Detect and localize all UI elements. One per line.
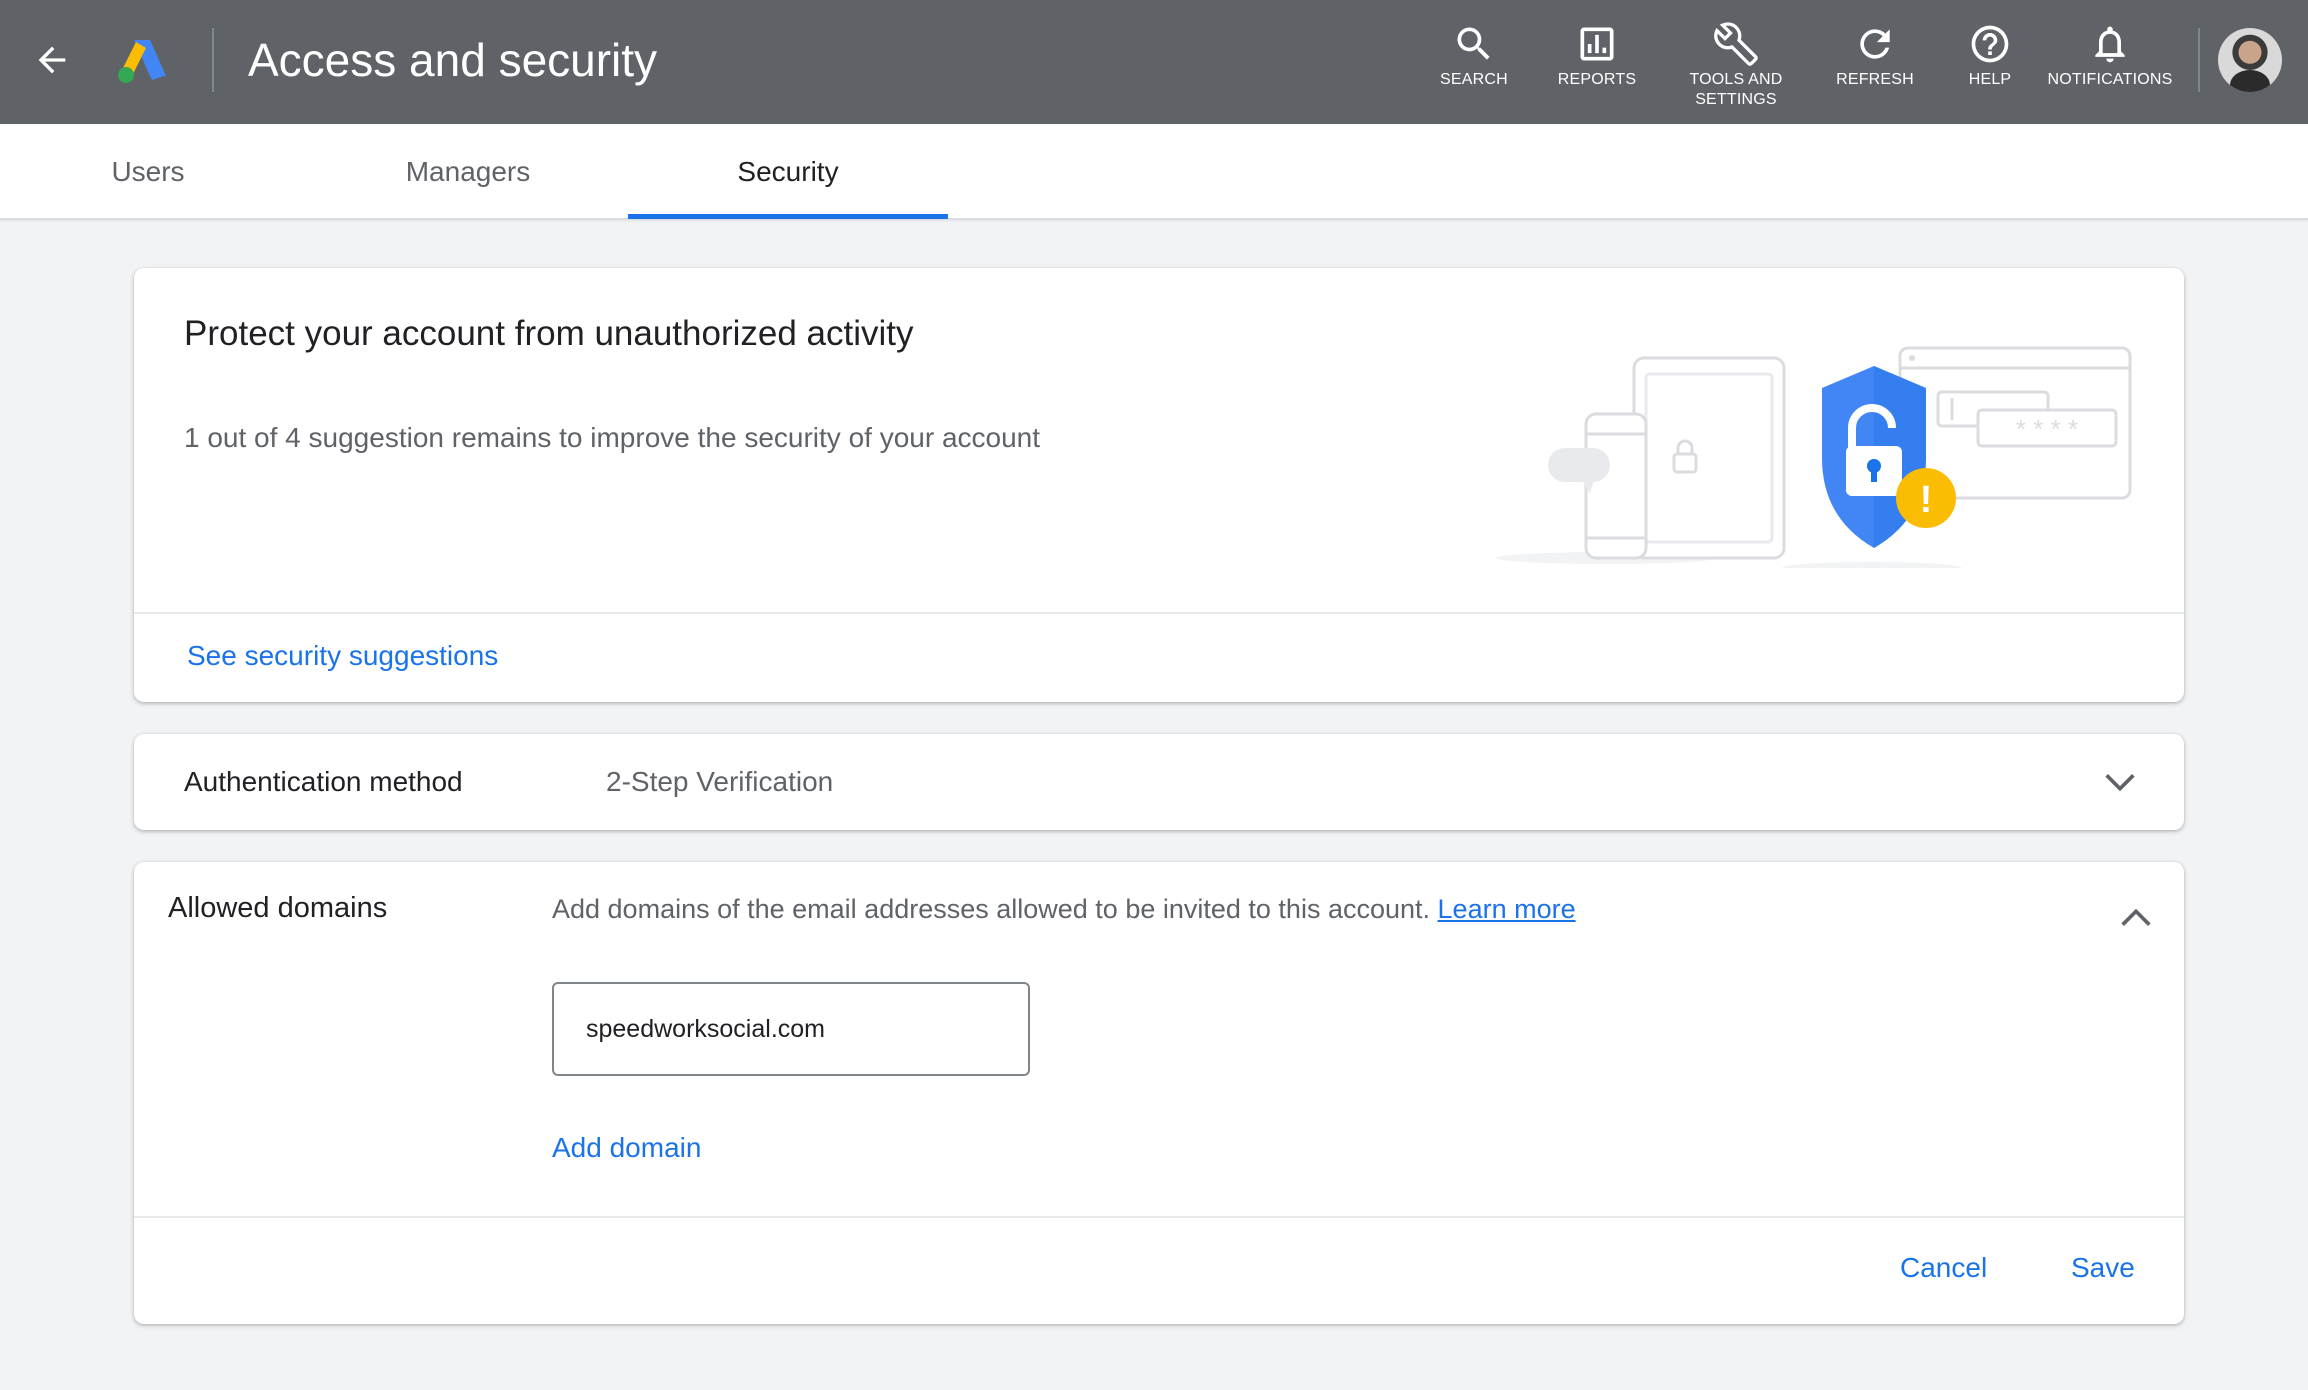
header-divider bbox=[212, 28, 214, 92]
tab-bar: Users Managers Security bbox=[0, 124, 2308, 220]
authentication-method-value: 2-Step Verification bbox=[606, 766, 834, 797]
header-divider bbox=[2198, 28, 2200, 92]
chevron-down-icon[interactable] bbox=[2100, 762, 2140, 802]
arrow-back-icon bbox=[38, 46, 66, 74]
authentication-method-label: Authentication method bbox=[184, 766, 463, 797]
wrench-icon bbox=[1714, 22, 1758, 66]
tools-and-settings-label: TOOLS AND SETTINGS bbox=[1689, 71, 1783, 108]
protect-account-card: Protect your account from unauthorized a… bbox=[134, 268, 2184, 702]
shield-lock-warning-illustration: * * * * ! bbox=[1496, 346, 2132, 568]
add-domain-button[interactable]: Add domain bbox=[552, 1132, 701, 1164]
reports-label: REPORTS bbox=[1557, 71, 1637, 88]
domain-input[interactable] bbox=[552, 982, 1030, 1076]
allowed-domains-description: Add domains of the email addresses allow… bbox=[552, 894, 1576, 925]
bar-chart-icon bbox=[1580, 27, 1614, 61]
refresh-icon bbox=[1860, 29, 1890, 59]
notifications-button[interactable]: NOTIFICATIONS bbox=[2040, 22, 2180, 90]
notifications-label: NOTIFICATIONS bbox=[2047, 71, 2173, 88]
tab-security[interactable]: Security bbox=[628, 124, 948, 220]
see-security-suggestions-link[interactable]: See security suggestions bbox=[187, 640, 498, 672]
learn-more-link[interactable]: Learn more bbox=[1438, 894, 1576, 924]
warning-mark: ! bbox=[1920, 479, 1933, 521]
save-button[interactable]: Save bbox=[2071, 1252, 2135, 1284]
allowed-domains-label: Allowed domains bbox=[168, 892, 388, 924]
refresh-button[interactable]: REFRESH bbox=[1830, 22, 1920, 90]
active-tab-indicator bbox=[628, 214, 948, 219]
avatar[interactable] bbox=[2218, 28, 2282, 92]
protect-card-title: Protect your account from unauthorized a… bbox=[184, 314, 914, 353]
search-button[interactable]: SEARCH bbox=[1434, 22, 1514, 90]
allowed-domains-description-text: Add domains of the email addresses allow… bbox=[552, 894, 1431, 924]
search-icon bbox=[1457, 27, 1490, 60]
tools-and-settings-button[interactable]: TOOLS AND SETTINGS bbox=[1680, 22, 1792, 110]
help-button[interactable]: HELP bbox=[1960, 22, 2020, 90]
tab-managers[interactable]: Managers bbox=[310, 124, 626, 220]
cancel-button[interactable]: Cancel bbox=[1900, 1252, 1987, 1284]
top-app-bar: Access and security SEARCH REPORTS TOOLS… bbox=[0, 0, 2308, 124]
authentication-method-card[interactable]: Authentication method 2-Step Verificatio… bbox=[134, 734, 2184, 830]
refresh-label: REFRESH bbox=[1836, 71, 1914, 88]
help-label: HELP bbox=[1968, 71, 2012, 88]
card-divider bbox=[134, 1216, 2184, 1218]
google-ads-logo[interactable] bbox=[116, 36, 168, 84]
allowed-domains-card: Allowed domains Add domains of the email… bbox=[134, 862, 2184, 1324]
password-mask: * * * * bbox=[2016, 414, 2078, 444]
card-divider bbox=[134, 612, 2184, 614]
page-title: Access and security bbox=[248, 34, 658, 86]
tab-users[interactable]: Users bbox=[0, 124, 296, 220]
reports-button[interactable]: REPORTS bbox=[1552, 22, 1642, 90]
bell-icon bbox=[2095, 26, 2125, 63]
search-label: SEARCH bbox=[1440, 71, 1508, 88]
chevron-up-icon[interactable] bbox=[2116, 898, 2156, 938]
protect-card-subtitle: 1 out of 4 suggestion remains to improve… bbox=[184, 422, 1041, 453]
help-icon bbox=[1971, 25, 2009, 63]
back-button[interactable] bbox=[28, 36, 76, 84]
